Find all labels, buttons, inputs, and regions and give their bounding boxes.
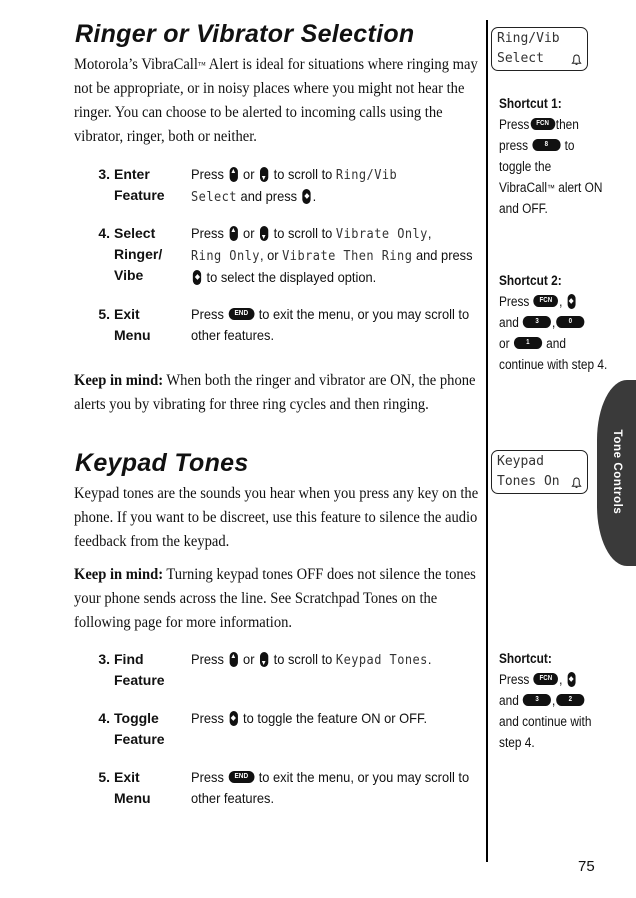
bell-icon xyxy=(571,54,582,65)
scroll-down-key-icon xyxy=(259,166,269,182)
key-2-icon: 2 xyxy=(556,694,585,707)
lcd-text: Ring Only xyxy=(191,249,260,264)
step-label: Find Feature xyxy=(114,651,165,688)
key-1-icon: 1 xyxy=(513,337,542,350)
step-label: Enter Feature xyxy=(114,166,165,203)
lcd-display-keypad-tones: Keypad Tones On xyxy=(491,450,588,494)
key-8-icon: 8 xyxy=(532,139,561,152)
scroll-down-key-icon xyxy=(259,651,269,667)
end-key-icon: END xyxy=(228,771,255,784)
select-key-icon xyxy=(229,710,238,726)
step-number: 3. xyxy=(98,651,110,667)
step-description: Press or to scroll to Vibrate Only, Ring… xyxy=(191,225,473,285)
step-description: Press or to scroll to Keypad Tones. xyxy=(191,651,432,668)
intro-paragraph-keypad: Keypad tones are the sounds you hear whe… xyxy=(74,484,479,550)
step-number: 5. xyxy=(98,769,110,785)
lcd-text: Keypad Tones xyxy=(335,653,428,668)
shortcut-keypad: Shortcut: Press FCN, and 3,2 and continu… xyxy=(499,648,609,753)
end-key-icon: END xyxy=(228,308,255,321)
keep-in-mind-keypad: Keep in mind: Turning keypad tones OFF d… xyxy=(74,562,481,634)
shortcut-1: Shortcut 1: Press FCN then press 8 to togg… xyxy=(499,93,609,219)
chapter-tab-label: Tone Controls xyxy=(611,429,623,515)
step-description: Press to toggle the feature ON or OFF. xyxy=(191,710,428,726)
lcd-text: Vibrate Then Ring xyxy=(282,249,413,264)
key-3-icon: 3 xyxy=(523,694,552,707)
step-label: Exit Menu xyxy=(114,306,151,343)
step-description: Press END to exit the menu, or you may s… xyxy=(191,306,470,343)
scroll-up-key-icon xyxy=(229,225,238,241)
scroll-up-key-icon xyxy=(229,651,238,667)
lcd-display-ring-vib: Ring/Vib Select xyxy=(491,27,588,71)
intro-text: Motorola’s VibraCall xyxy=(74,55,198,73)
step-number: 4. xyxy=(98,710,110,726)
lcd-text: Vibrate Only xyxy=(335,227,428,242)
bell-icon xyxy=(571,477,582,488)
scroll-up-key-icon xyxy=(229,166,238,182)
section-title-keypad-tones: Keypad Tones xyxy=(75,449,249,477)
keep-in-mind-ringer: Keep in mind: When both the ringer and v… xyxy=(74,368,481,416)
step-description: Press or to scroll to Ring/Vib Select an… xyxy=(191,166,398,205)
shortcut-title: Shortcut: xyxy=(499,651,552,666)
lcd-text: Ring/Vib xyxy=(335,168,398,183)
select-key-icon xyxy=(567,293,576,309)
scroll-down-key-icon xyxy=(259,225,269,241)
page-number: 75 xyxy=(578,858,595,875)
shortcut-title: Shortcut 1: xyxy=(499,96,562,111)
select-key-icon xyxy=(567,671,576,687)
step-number: 5. xyxy=(98,306,110,322)
step-label: Exit Menu xyxy=(114,769,151,806)
shortcut-title: Shortcut 2: xyxy=(499,273,562,288)
step-label: Select Ringer/Vibe xyxy=(114,225,163,283)
lcd-line: Ring/Vib xyxy=(497,31,560,46)
shortcut-2: Shortcut 2: Press FCN, and 3,0 or 1 and … xyxy=(499,270,609,375)
fcn-key-icon: FCN xyxy=(533,673,559,686)
key-3-icon: 3 xyxy=(523,316,552,329)
keep-in-mind-label: Keep in mind: xyxy=(74,371,164,389)
lcd-line: Keypad xyxy=(497,454,544,469)
trademark-symbol: ™ xyxy=(197,60,206,70)
step-label: Toggle Feature xyxy=(114,710,165,747)
keep-in-mind-label: Keep in mind: xyxy=(74,565,164,583)
section-title-ringer-vibrator: Ringer or Vibrator Selection xyxy=(75,20,415,48)
select-key-icon xyxy=(302,188,311,204)
fcn-key-icon: FCN xyxy=(533,295,559,308)
lcd-text: Select xyxy=(191,190,237,205)
step-number: 3. xyxy=(98,166,110,182)
step-description: Press END to exit the menu, or you may s… xyxy=(191,769,470,806)
key-0-icon: 0 xyxy=(556,316,585,329)
select-key-icon xyxy=(192,269,202,285)
column-divider xyxy=(486,20,488,862)
intro-paragraph-ringer: Motorola’s VibraCall™ Alert is ideal for… xyxy=(74,52,481,148)
step-number: 4. xyxy=(98,225,110,241)
fcn-key-icon: FCN xyxy=(530,118,555,131)
